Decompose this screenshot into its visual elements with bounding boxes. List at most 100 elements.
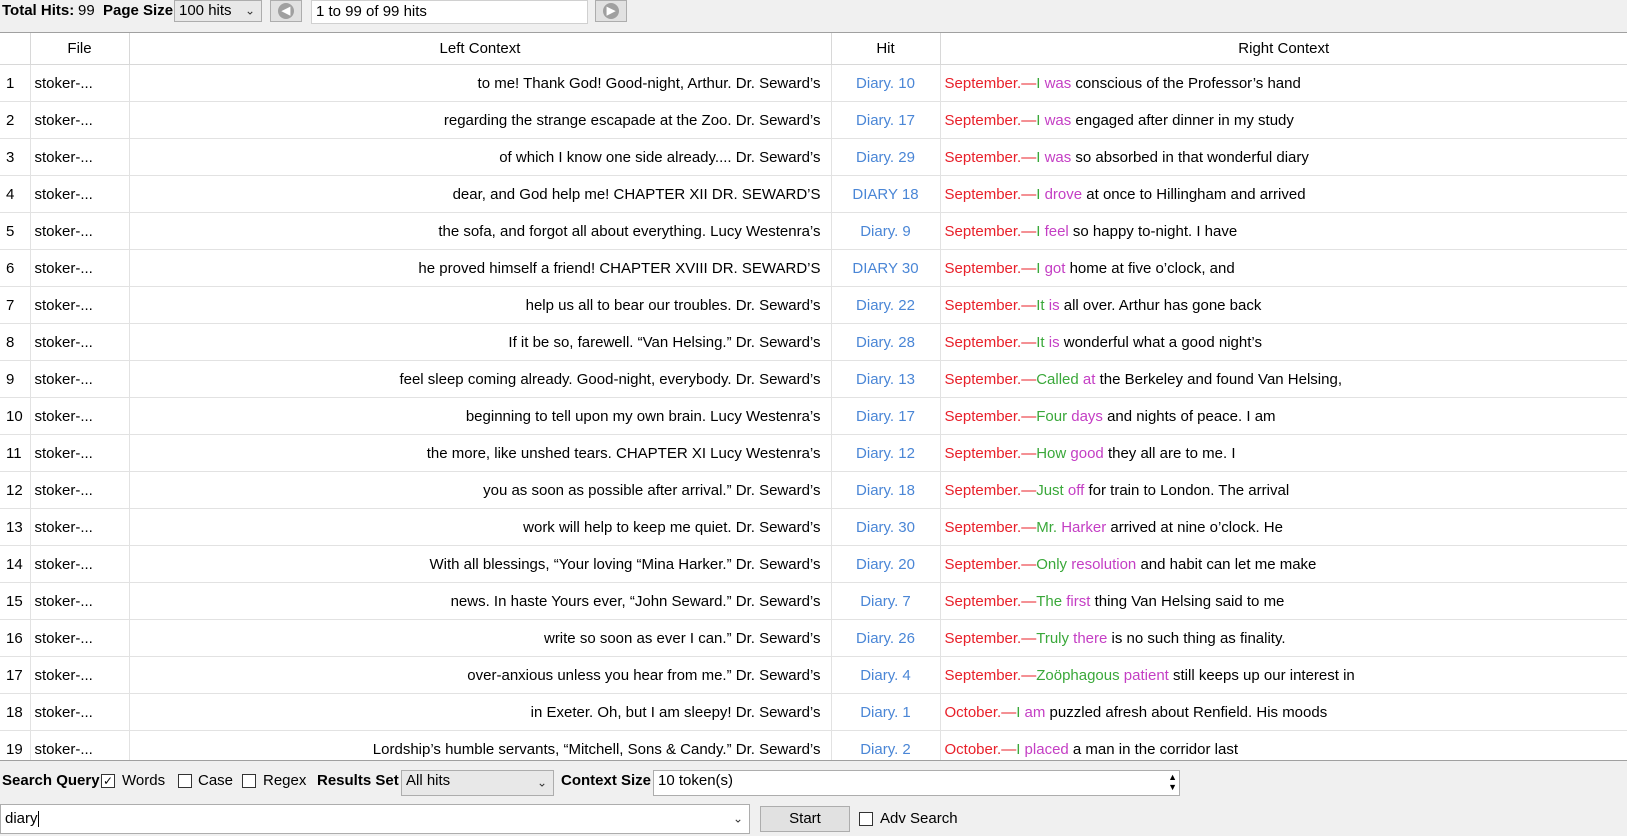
right-context-segment: the Berkeley and found Van Helsing,	[1095, 370, 1342, 388]
right-context-segment: Harker	[1061, 518, 1107, 536]
table-row[interactable]: 9 stoker-... feel sleep coming already. Go…	[0, 360, 1627, 398]
right-context-segment: September.—	[944, 370, 1037, 388]
hit-cell: DIARY 30	[831, 249, 941, 287]
hit-cell: Diary. 17	[831, 397, 941, 435]
table-row[interactable]: 10 stoker-... beginning to tell upon my ow…	[0, 397, 1627, 435]
right-context-segment: It	[1036, 333, 1049, 351]
right-context-segment: I	[1036, 259, 1045, 277]
right-context-segment: The	[1036, 592, 1067, 610]
left-context-cell: to me! Thank God! Good-night, Arthur. Dr…	[129, 64, 832, 102]
right-context-segment: conscious of the Professor’s hand	[1071, 74, 1301, 92]
column-header-left-context[interactable]: Left Context	[129, 33, 832, 65]
right-context-segment: I	[1016, 703, 1025, 721]
row-number: 4	[0, 175, 31, 213]
results-set-select[interactable]: All hits ⌄	[401, 770, 554, 796]
left-context-cell: regarding the strange escapade at the Zo…	[129, 101, 832, 139]
next-page-button[interactable]: ▶	[595, 0, 627, 22]
right-context-cell: October.—I placed a man in the corridor …	[940, 730, 1627, 760]
file-cell: stoker-...	[30, 397, 130, 435]
right-context-segment: September.—	[944, 185, 1037, 203]
table-row[interactable]: 12 stoker-... you as soon as possible afte…	[0, 471, 1627, 509]
right-context-segment: September.—	[944, 555, 1037, 573]
table-row[interactable]: 1 stoker-... to me! Thank God! Good-night,…	[0, 64, 1627, 102]
file-cell: stoker-...	[30, 175, 130, 213]
page-size-select[interactable]: 100 hits ⌄	[174, 0, 262, 22]
right-context-segment: Zoöphagous	[1036, 666, 1124, 684]
file-cell: stoker-...	[30, 212, 130, 250]
file-cell: stoker-...	[30, 323, 130, 361]
table-row[interactable]: 2 stoker-... regarding the strange escapad…	[0, 101, 1627, 139]
table-row[interactable]: 11 stoker-... the more, like unshed tears.…	[0, 434, 1627, 472]
table-row[interactable]: 14 stoker-... With all blessings, “Your lo…	[0, 545, 1627, 583]
chevron-down-icon: ⌄	[244, 3, 255, 18]
right-context-segment: at once to Hillingham and arrived	[1082, 185, 1306, 203]
context-size-spinner[interactable]: 10 token(s) ▲ ▼	[653, 770, 1180, 796]
search-options-bar: Search Query ✓ Words Case Regex Results …	[0, 768, 1627, 796]
table-row[interactable]: 15 stoker-... news. In haste Yours ever, “…	[0, 582, 1627, 620]
table-row[interactable]: 19 stoker-... Lordship’s humble servants, …	[0, 730, 1627, 760]
right-context-segment: September.—	[944, 629, 1037, 647]
regex-checkbox[interactable]	[242, 774, 256, 788]
file-cell: stoker-...	[30, 730, 130, 760]
right-context-segment: I	[1036, 74, 1045, 92]
hits-range-field[interactable]: 1 to 99 of 99 hits	[311, 0, 588, 24]
table-row[interactable]: 17 stoker-... over-anxious unless you hear…	[0, 656, 1627, 694]
right-context-segment: is no such thing as finality.	[1107, 629, 1286, 647]
right-context-segment: resolution	[1071, 555, 1137, 573]
right-context-cell: September.—Just off for train to London.…	[940, 471, 1627, 509]
chevron-down-icon[interactable]: ⌄	[733, 811, 743, 825]
regex-label: Regex	[263, 772, 307, 789]
table-row[interactable]: 6 stoker-... he proved himself a friend! C…	[0, 249, 1627, 287]
results-set-value: All hits	[406, 772, 451, 789]
table-row[interactable]: 7 stoker-... help us all to bear our troub…	[0, 286, 1627, 324]
left-context-cell: of which I know one side already.... Dr.…	[129, 138, 832, 176]
table-row[interactable]: 3 stoker-... of which I know one side alre…	[0, 138, 1627, 176]
hit-cell: Diary. 20	[831, 545, 941, 583]
query-input[interactable]: diary ⌄	[0, 804, 750, 834]
right-context-segment: I	[1036, 111, 1045, 129]
table-row[interactable]: 16 stoker-... write so soon as ever I can.…	[0, 619, 1627, 657]
left-context-cell: in Exeter. Oh, but I am sleepy! Dr. Sewa…	[129, 693, 832, 731]
right-context-cell: September.—I was engaged after dinner in…	[940, 101, 1627, 139]
start-button[interactable]: Start	[760, 806, 850, 832]
table-row[interactable]: 18 stoker-... in Exeter. Oh, but I am slee…	[0, 693, 1627, 731]
table-row[interactable]: 5 stoker-... the sofa, and forgot all abou…	[0, 212, 1627, 250]
table-row[interactable]: 8 stoker-... If it be so, farewell. “Van H…	[0, 323, 1627, 361]
right-context-segment: wonderful what a good night’s	[1059, 333, 1262, 351]
hit-cell: Diary. 7	[831, 582, 941, 620]
file-cell: stoker-...	[30, 656, 130, 694]
case-checkbox[interactable]	[178, 774, 192, 788]
row-number-header[interactable]	[0, 33, 31, 65]
prev-page-button[interactable]: ◀	[270, 0, 302, 22]
column-header-hit[interactable]: Hit	[831, 33, 941, 65]
row-number: 16	[0, 619, 31, 657]
right-context-segment: October.—	[944, 740, 1017, 758]
right-context-cell: September.—I was so absorbed in that won…	[940, 138, 1627, 176]
table-row[interactable]: 13 stoker-... work will help to keep me qu…	[0, 508, 1627, 546]
right-context-cell: September.—Truly there is no such thing …	[940, 619, 1627, 657]
right-context-segment: got	[1044, 259, 1066, 277]
file-cell: stoker-...	[30, 619, 130, 657]
right-context-segment: September.—	[944, 333, 1037, 351]
row-number: 5	[0, 212, 31, 250]
column-header-right-context[interactable]: Right Context	[940, 33, 1627, 65]
right-context-segment: is	[1048, 296, 1060, 314]
right-context-segment: all over. Arthur has gone back	[1059, 296, 1262, 314]
file-cell: stoker-...	[30, 693, 130, 731]
column-header-file[interactable]: File	[30, 33, 130, 65]
adv-search-checkbox[interactable]	[859, 812, 873, 826]
row-number: 8	[0, 323, 31, 361]
file-cell: stoker-...	[30, 64, 130, 102]
spinner-arrows-icon[interactable]: ▲ ▼	[1168, 772, 1177, 792]
page-size-label: Page Size	[103, 2, 174, 19]
right-context-cell: September.—I was conscious of the Profes…	[940, 64, 1627, 102]
chevron-down-icon: ⌄	[536, 775, 547, 790]
right-context-segment: good	[1070, 444, 1104, 462]
right-context-segment: Four	[1036, 407, 1072, 425]
row-number: 13	[0, 508, 31, 546]
file-cell: stoker-...	[30, 360, 130, 398]
table-row[interactable]: 4 stoker-... dear, and God help me! CHAPTE…	[0, 175, 1627, 213]
words-checkbox[interactable]: ✓	[101, 774, 115, 788]
right-context-segment: September.—	[944, 666, 1037, 684]
hit-cell: Diary. 13	[831, 360, 941, 398]
